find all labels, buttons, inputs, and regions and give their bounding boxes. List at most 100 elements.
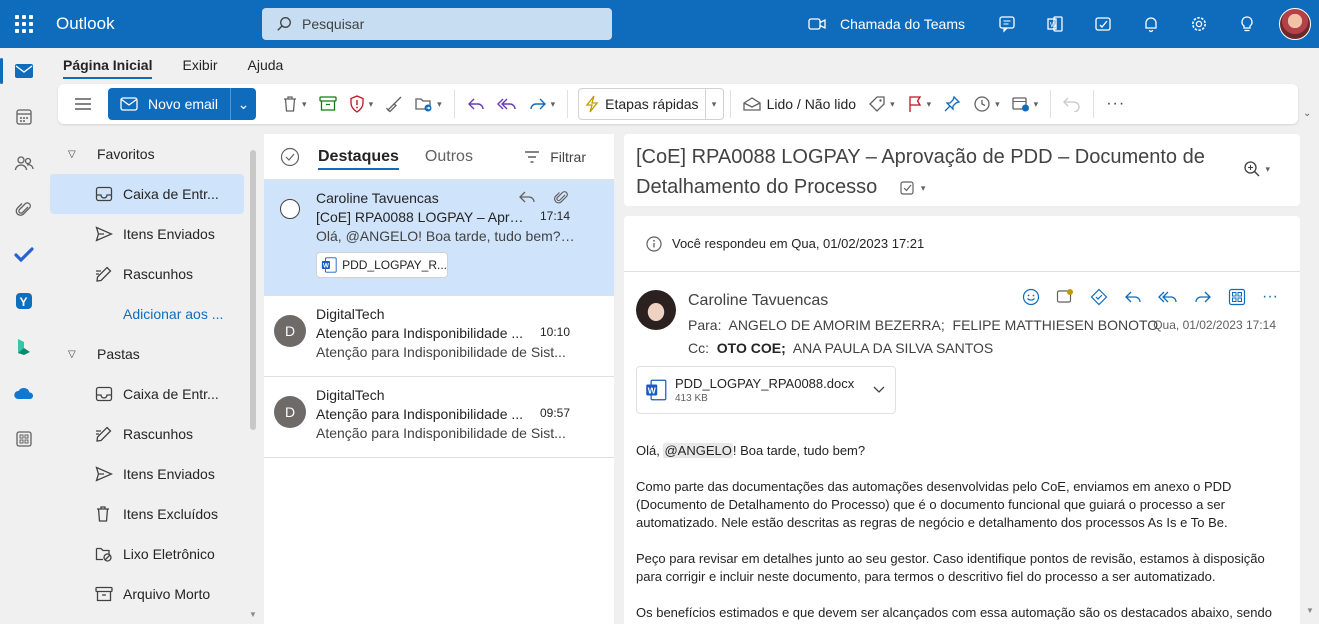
new-mail-dropdown[interactable]: ⌄ [230, 88, 257, 120]
todo-app-icon[interactable] [0, 232, 48, 278]
folder-junk[interactable]: Lixo Eletrônico [48, 534, 244, 574]
more-options-button[interactable]: ··· [1100, 88, 1131, 120]
filter-button[interactable]: Filtrar [524, 149, 586, 165]
tab-other[interactable]: Outros [425, 134, 473, 180]
flag-button[interactable]: ▾ [901, 88, 938, 120]
sender-avatar[interactable] [636, 290, 676, 330]
inbox-icon [95, 186, 115, 202]
yammer-app-icon[interactable]: Y [0, 278, 48, 324]
emoji-icon[interactable] [1022, 288, 1040, 306]
tab-home[interactable]: Página Inicial [48, 48, 167, 82]
apps-grid-icon[interactable] [1228, 288, 1246, 306]
chat-icon[interactable] [983, 0, 1031, 48]
sender-name[interactable]: Caroline Tavuencas [688, 292, 828, 310]
reply-icon[interactable] [1124, 290, 1142, 304]
replied-info-bar: Você respondeu em Qua, 01/02/2023 17:21 [624, 216, 1300, 272]
app-name[interactable]: Outlook [56, 14, 262, 34]
folder-deleted[interactable]: Itens Excluídos [48, 494, 244, 534]
ribbon-expand-icon[interactable]: ⌄ [1303, 108, 1311, 119]
delete-button[interactable]: ▾ [276, 88, 313, 120]
folder-inbox[interactable]: Caixa de Entr... [48, 374, 244, 414]
select-all-icon[interactable] [280, 147, 300, 167]
cc-recipient[interactable]: OTO COE; [717, 340, 786, 356]
list-item[interactable]: D DigitalTech Atenção para Indisponibili… [264, 377, 614, 458]
folder-archive[interactable]: Arquivo Morto [48, 574, 244, 614]
teams-call-button[interactable]: Chamada do Teams [808, 16, 965, 32]
loop-icon[interactable] [1090, 288, 1108, 306]
people-app-icon[interactable] [0, 140, 48, 186]
more-actions-icon[interactable]: ··· [1262, 288, 1278, 306]
folder-drafts[interactable]: Rascunhos [48, 414, 244, 454]
categorize-button[interactable]: ▾ [862, 88, 901, 120]
favorite-drafts[interactable]: Rascunhos [48, 254, 244, 294]
svg-text:W: W [323, 263, 329, 270]
sweep-button[interactable] [379, 88, 409, 120]
chevron-down-icon[interactable] [871, 381, 887, 397]
folder-scrollbar[interactable] [250, 150, 256, 430]
folders-header[interactable]: ▽ Pastas [48, 334, 258, 374]
calendar-add-icon[interactable] [1056, 288, 1074, 306]
folder-scroll-down-icon[interactable]: ▼ [249, 610, 257, 619]
list-item[interactable]: D DigitalTech Atenção para Indisponibili… [264, 296, 614, 377]
quick-steps-dropdown[interactable]: ▾ [704, 89, 723, 119]
new-mail-button[interactable]: Novo email [108, 88, 231, 120]
attachment-app-icon[interactable] [0, 186, 48, 232]
chevron-down-icon[interactable]: ▾ [921, 173, 926, 203]
attachment-chip[interactable]: W PDD_LOGPAY_R... [316, 252, 448, 278]
favorite-sent[interactable]: Itens Enviados [48, 214, 244, 254]
attachment-card[interactable]: W PDD_LOGPAY_RPA0088.docx 413 KB [636, 366, 896, 414]
tab-help[interactable]: Ajuda [233, 48, 299, 82]
pin-button[interactable] [937, 88, 967, 120]
broom-icon [386, 96, 402, 113]
list-item[interactable]: Caroline Tavuencas [CoE] RPA0088 LOGPAY … [264, 180, 614, 296]
tab-view[interactable]: Exibir [167, 48, 232, 82]
message-time: 10:10 [539, 325, 570, 339]
undo-button[interactable] [1057, 88, 1087, 120]
to-label: Para: [688, 317, 722, 333]
account-avatar[interactable] [1279, 8, 1311, 40]
tab-focused[interactable]: Destaques [318, 134, 399, 180]
send-icon [95, 226, 115, 242]
bell-icon[interactable] [1127, 0, 1175, 48]
folder-sent[interactable]: Itens Enviados [48, 454, 244, 494]
office-icon[interactable]: W [1031, 0, 1079, 48]
summary-icon[interactable] [899, 179, 917, 197]
bookings-app-icon[interactable] [0, 324, 48, 370]
forward-button[interactable]: ▾ [523, 88, 562, 120]
archive-button[interactable] [313, 88, 343, 120]
favorites-header[interactable]: ▽ Favoritos [48, 134, 258, 174]
calendar-app-icon[interactable] [0, 94, 48, 140]
lightbulb-icon[interactable] [1223, 0, 1271, 48]
reply-all-button[interactable] [491, 88, 523, 120]
move-to-button[interactable]: ▾ [409, 88, 448, 120]
more-apps-icon[interactable] [0, 416, 48, 462]
to-recipients[interactable]: ANGELO DE AMORIM BEZERRA; FELIPE MATTHIE… [728, 317, 1158, 333]
forward-icon[interactable] [1194, 290, 1212, 304]
cc-recipient[interactable]: ANA PAULA DA SILVA SANTOS [793, 340, 994, 356]
reply-all-icon[interactable] [1158, 290, 1178, 304]
add-favorite-link[interactable]: Adicionar aos ... [48, 294, 258, 334]
onedrive-app-icon[interactable] [0, 370, 48, 416]
gear-icon[interactable] [1175, 0, 1223, 48]
report-button[interactable]: ▾ [343, 88, 380, 120]
pencil-icon [95, 426, 115, 442]
rules-button[interactable]: ▾ [1006, 88, 1045, 120]
reply-icon [519, 191, 535, 203]
app-launcher-icon[interactable] [0, 0, 48, 48]
quick-steps-button[interactable]: Etapas rápidas ▾ [578, 88, 724, 120]
my-day-icon[interactable] [1079, 0, 1127, 48]
hamburger-menu-icon[interactable] [68, 88, 98, 120]
search-icon [277, 17, 291, 31]
separator [567, 90, 569, 118]
reply-button[interactable] [461, 88, 491, 120]
favorite-inbox[interactable]: Caixa de Entr... [50, 174, 244, 214]
zoom-button[interactable]: ▾ [1243, 160, 1270, 178]
archive-icon [95, 586, 115, 602]
mail-app-icon[interactable] [0, 48, 48, 94]
read-unread-button[interactable]: Lido / Não lido [737, 88, 863, 120]
select-checkbox[interactable] [280, 199, 300, 219]
search-box[interactable]: Pesquisar [262, 8, 612, 40]
mention[interactable]: @ANGELO [663, 443, 733, 458]
snooze-button[interactable]: ▾ [967, 88, 1006, 120]
reading-scrollbar[interactable]: ▼ [1304, 134, 1314, 624]
